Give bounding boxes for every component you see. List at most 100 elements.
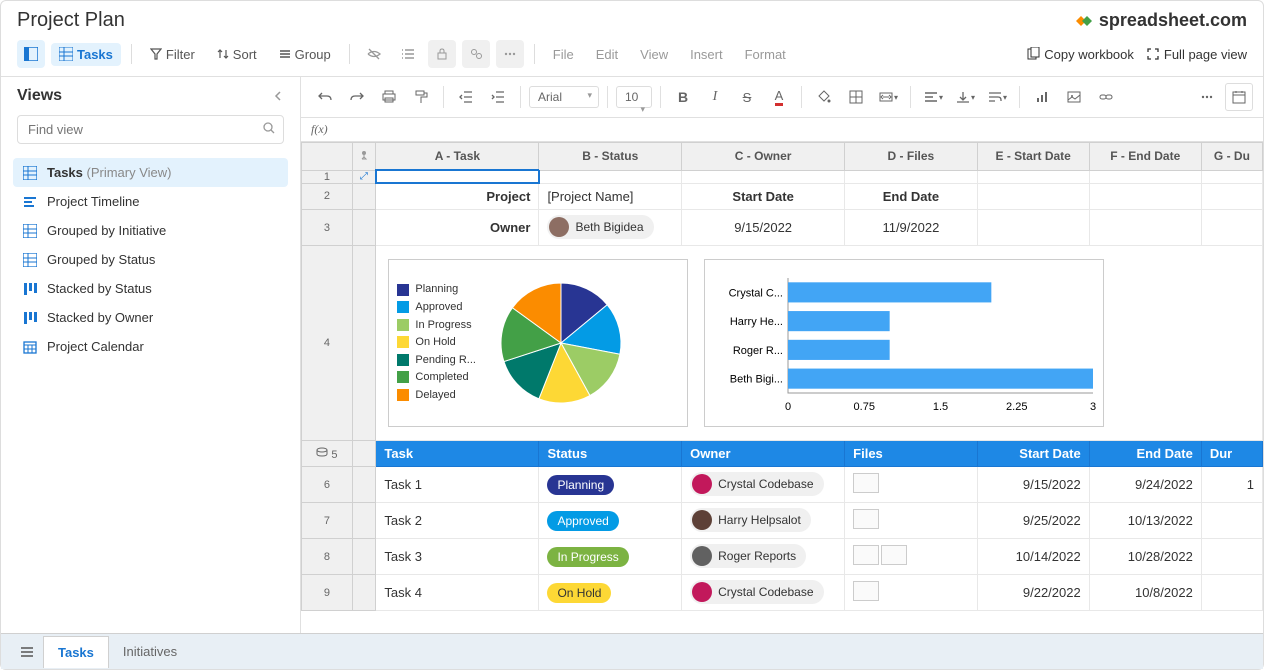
files-cell[interactable] xyxy=(845,539,977,575)
formula-bar[interactable]: f(x) xyxy=(301,118,1263,142)
redo-icon[interactable] xyxy=(343,83,371,111)
owner-cell[interactable]: Crystal Codebase xyxy=(682,575,845,611)
align-h-icon[interactable]: ▾ xyxy=(919,83,947,111)
list-icon[interactable] xyxy=(394,40,422,68)
strikethrough-icon[interactable]: S xyxy=(733,83,761,111)
font-select[interactable]: Arial xyxy=(529,86,599,108)
bold-icon[interactable]: B xyxy=(669,83,697,111)
sidebar-item-grouped-by-initiative[interactable]: Grouped by Initiative xyxy=(13,216,288,245)
borders-icon[interactable] xyxy=(842,83,870,111)
owner-cell[interactable]: Harry Helpsalot xyxy=(682,503,845,539)
status-cell[interactable]: Planning xyxy=(539,467,682,503)
owner-cell[interactable]: Roger Reports xyxy=(682,539,845,575)
column-header[interactable]: A - Task xyxy=(376,143,539,171)
toggle-sidebar-button[interactable] xyxy=(17,40,45,68)
filter-button[interactable]: Filter xyxy=(142,43,203,66)
menu-insert[interactable]: Insert xyxy=(682,43,731,66)
end-date-cell[interactable]: 10/8/2022 xyxy=(1089,575,1201,611)
column-header[interactable]: B - Status xyxy=(539,143,682,171)
files-cell[interactable] xyxy=(845,467,977,503)
indent-decrease-icon[interactable] xyxy=(452,83,480,111)
print-icon[interactable] xyxy=(375,83,403,111)
lock-icon[interactable] xyxy=(428,40,456,68)
duration-cell[interactable] xyxy=(1201,503,1262,539)
column-header[interactable]: E - Start Date xyxy=(977,143,1089,171)
status-cell[interactable]: In Progress xyxy=(539,539,682,575)
cell-A1[interactable] xyxy=(376,170,539,183)
sort-button[interactable]: Sort xyxy=(209,43,265,66)
sidebar-item-grouped-by-status[interactable]: Grouped by Status xyxy=(13,245,288,274)
column-header[interactable]: D - Files xyxy=(845,143,977,171)
task-name-cell[interactable]: Task 1 xyxy=(376,467,539,503)
tasks-view-button[interactable]: Tasks xyxy=(51,43,121,66)
copy-workbook-button[interactable]: Copy workbook xyxy=(1026,47,1134,62)
files-cell[interactable] xyxy=(845,503,977,539)
menu-file[interactable]: File xyxy=(545,43,582,66)
start-date-cell[interactable]: 10/14/2022 xyxy=(977,539,1089,575)
files-cell[interactable] xyxy=(845,575,977,611)
indent-increase-icon[interactable] xyxy=(484,83,512,111)
text-color-icon[interactable]: A xyxy=(765,83,793,111)
undo-icon[interactable] xyxy=(311,83,339,111)
menu-format[interactable]: Format xyxy=(737,43,794,66)
start-date-cell[interactable]: 9/22/2022 xyxy=(977,575,1089,611)
file-thumbnail[interactable] xyxy=(853,509,879,529)
file-thumbnail[interactable] xyxy=(853,545,879,565)
sidebar-item-stacked-by-status[interactable]: Stacked by Status xyxy=(13,274,288,303)
task-name-cell[interactable]: Task 4 xyxy=(376,575,539,611)
column-header[interactable] xyxy=(352,143,375,171)
full-page-button[interactable]: Full page view xyxy=(1146,47,1247,62)
owner-chip[interactable]: Beth Bigidea xyxy=(547,215,653,239)
wrap-icon[interactable]: ▾ xyxy=(983,83,1011,111)
status-cell[interactable]: Approved xyxy=(539,503,682,539)
start-date-cell[interactable]: 9/25/2022 xyxy=(977,503,1089,539)
link-icon[interactable] xyxy=(1092,83,1120,111)
column-header[interactable]: C - Owner xyxy=(682,143,845,171)
hide-icon[interactable] xyxy=(360,40,388,68)
file-thumbnail[interactable] xyxy=(881,545,907,565)
paint-format-icon[interactable] xyxy=(407,83,435,111)
task-name-cell[interactable]: Task 3 xyxy=(376,539,539,575)
expand-icon[interactable]: ⤢ xyxy=(352,170,375,183)
calendar-icon[interactable] xyxy=(1225,83,1253,111)
status-cell[interactable]: On Hold xyxy=(539,575,682,611)
brand-logo[interactable]: spreadsheet.com xyxy=(1073,10,1247,32)
tab-initiatives[interactable]: Initiatives xyxy=(109,636,191,667)
sidebar-item-project-timeline[interactable]: Project Timeline xyxy=(13,187,288,216)
spreadsheet-grid[interactable]: A - TaskB - StatusC - OwnerD - FilesE - … xyxy=(301,142,1263,637)
sidebar-item-project-calendar[interactable]: Project Calendar xyxy=(13,332,288,361)
pie-chart[interactable]: PlanningApprovedIn ProgressOn HoldPendin… xyxy=(388,259,688,427)
tab-tasks[interactable]: Tasks xyxy=(43,636,109,668)
end-date-cell[interactable]: 10/13/2022 xyxy=(1089,503,1201,539)
italic-icon[interactable]: I xyxy=(701,83,729,111)
column-header[interactable] xyxy=(302,143,353,171)
sidebar-item-tasks[interactable]: Tasks (Primary View) xyxy=(13,158,288,187)
align-v-icon[interactable]: ▾ xyxy=(951,83,979,111)
menu-view[interactable]: View xyxy=(632,43,676,66)
chart-icon[interactable] xyxy=(1028,83,1056,111)
image-icon[interactable] xyxy=(1060,83,1088,111)
row-number[interactable]: 1 xyxy=(302,170,353,183)
column-header[interactable]: G - Du xyxy=(1201,143,1262,171)
end-date-cell[interactable]: 10/28/2022 xyxy=(1089,539,1201,575)
fill-color-icon[interactable] xyxy=(810,83,838,111)
bar-chart[interactable]: Crystal C...Harry He...Roger R...Beth Bi… xyxy=(704,259,1104,427)
share-icon[interactable] xyxy=(462,40,490,68)
column-header[interactable]: F - End Date xyxy=(1089,143,1201,171)
more-format-icon[interactable] xyxy=(1193,83,1221,111)
start-date-cell[interactable]: 9/15/2022 xyxy=(977,467,1089,503)
owner-chip[interactable]: Crystal Codebase xyxy=(690,472,823,496)
end-date-cell[interactable]: 9/24/2022 xyxy=(1089,467,1201,503)
duration-cell[interactable]: 1 xyxy=(1201,467,1262,503)
duration-cell[interactable] xyxy=(1201,539,1262,575)
collapse-sidebar-icon[interactable] xyxy=(272,90,284,102)
owner-chip[interactable]: Crystal Codebase xyxy=(690,580,823,604)
owner-chip[interactable]: Roger Reports xyxy=(690,544,806,568)
duration-cell[interactable] xyxy=(1201,575,1262,611)
merge-icon[interactable]: ▾ xyxy=(874,83,902,111)
sidebar-item-stacked-by-owner[interactable]: Stacked by Owner xyxy=(13,303,288,332)
sheets-menu-icon[interactable] xyxy=(11,636,43,668)
file-thumbnail[interactable] xyxy=(853,473,879,493)
owner-cell[interactable]: Crystal Codebase xyxy=(682,467,845,503)
task-name-cell[interactable]: Task 2 xyxy=(376,503,539,539)
